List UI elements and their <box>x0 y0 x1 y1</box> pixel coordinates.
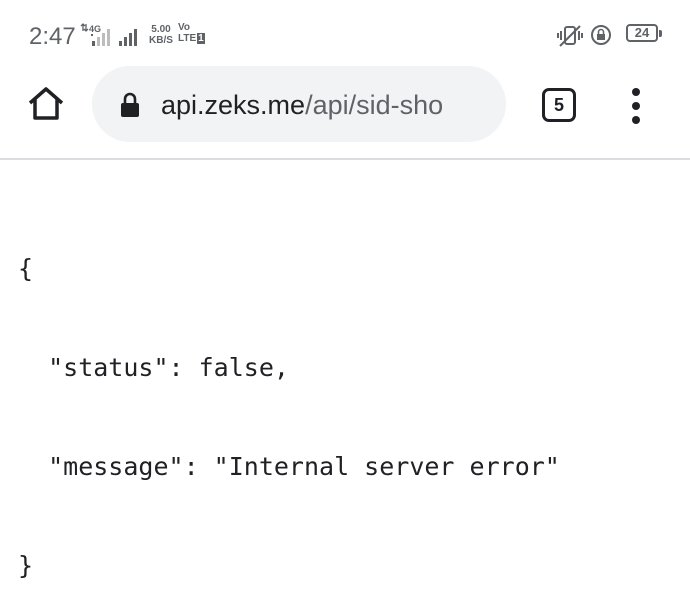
json-line: } <box>18 551 34 580</box>
network-speed: 5.00 KB/S <box>146 24 176 46</box>
url-path: /api/sid-sho <box>305 90 444 120</box>
mobile-signal-icons: 4G <box>80 23 137 46</box>
data-arrows-icon <box>80 23 89 32</box>
volte-line1: Vo <box>178 22 191 33</box>
address-bar[interactable]: api.zeks.me/api/sid-sho <box>92 66 506 142</box>
signal-bars-sim2-icon <box>119 29 137 46</box>
volte-sim: 1 <box>197 33 205 44</box>
menu-dot <box>632 88 640 96</box>
network-speed-value: 5.00 <box>151 24 171 35</box>
json-line: { <box>18 254 34 283</box>
json-line: "message": "Internal server error" <box>18 452 560 481</box>
json-line: "status": false, <box>18 353 289 382</box>
vibrate-icon <box>557 25 583 47</box>
overflow-menu-icon[interactable] <box>622 86 652 126</box>
battery-icon: 24 <box>626 24 662 42</box>
json-response: { "status": false, "message": "Internal … <box>18 186 560 615</box>
toolbar-divider <box>0 158 690 160</box>
home-icon[interactable] <box>26 84 66 124</box>
url-domain: api.zeks.me <box>161 90 306 120</box>
menu-dot <box>632 116 640 124</box>
url-text[interactable]: api.zeks.me/api/sid-sho <box>161 90 491 120</box>
status-bar: 2:47 4G 5.00 KB/S Vo LTE 1 24 <box>0 0 690 66</box>
clock: 2:47 <box>29 23 76 50</box>
network-type-label: 4G <box>89 24 101 34</box>
menu-dot <box>632 102 640 110</box>
lock-rotation-icon <box>591 25 611 45</box>
network-speed-unit: KB/S <box>149 35 173 46</box>
volte-indicator: Vo LTE 1 <box>178 22 205 44</box>
tab-switcher-button[interactable]: 5 <box>542 88 576 122</box>
browser-toolbar: api.zeks.me/api/sid-sho 5 <box>0 66 690 159</box>
volte-line2: LTE <box>178 33 197 44</box>
lock-icon[interactable] <box>120 92 140 118</box>
